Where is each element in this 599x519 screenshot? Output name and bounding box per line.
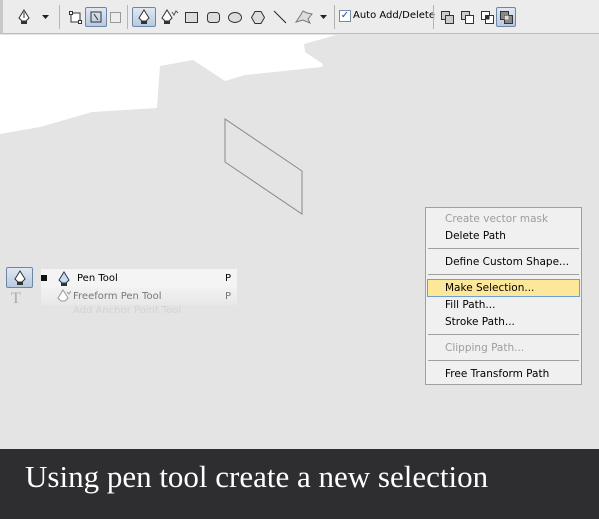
- menu-separator: [428, 360, 579, 361]
- pen-icon: [58, 270, 70, 286]
- rectangle-icon[interactable]: [183, 7, 199, 27]
- menu-separator: [428, 248, 579, 249]
- divider: [59, 5, 60, 29]
- ellipse-icon[interactable]: [227, 7, 243, 27]
- line-icon[interactable]: [271, 7, 289, 27]
- menu-item-clipping-path: Clipping Path...: [445, 342, 525, 354]
- menu-item-make-selection[interactable]: Make Selection...: [427, 279, 580, 297]
- divider: [334, 5, 335, 29]
- auto-add-delete-label: Auto Add/Delete: [353, 10, 435, 21]
- flyout-item-add-anchor-point-tool[interactable]: Add Anchor Point Tool: [41, 305, 237, 317]
- shape-dropdown[interactable]: [317, 7, 329, 27]
- menu-item-free-transform-path[interactable]: Free Transform Path: [427, 365, 580, 383]
- exclude-icon[interactable]: [496, 7, 516, 27]
- type-tool-icon[interactable]: T: [11, 290, 21, 308]
- fill-pixels-icon[interactable]: [108, 7, 122, 27]
- paths-icon[interactable]: [85, 7, 107, 27]
- menu-separator: [428, 274, 579, 275]
- menu-item-define-custom-shape[interactable]: Define Custom Shape...: [427, 253, 580, 271]
- subtract-icon[interactable]: [459, 7, 475, 27]
- pen-tool-flyout: T Pen Tool P Freeform Pen Tool P Add Anc…: [5, 266, 237, 322]
- active-marker: [41, 275, 47, 281]
- freeform-pen-icon[interactable]: [159, 7, 181, 27]
- shortcut: P: [224, 272, 231, 284]
- menu-separator: [428, 334, 579, 335]
- flyout-item-label: Add Anchor Point Tool: [73, 305, 182, 316]
- pen-tool-button[interactable]: [6, 267, 33, 288]
- options-bar: ✓ Auto Add/Delete: [0, 0, 599, 34]
- caption-banner: Using pen tool create a new selection: [0, 449, 599, 519]
- flyout-item-freeform-pen-tool[interactable]: Freeform Pen Tool P: [41, 287, 237, 305]
- white-image-region: [0, 35, 336, 134]
- custom-shape-icon[interactable]: [293, 7, 315, 27]
- menu-item-create-vector-mask: Create vector mask: [445, 213, 549, 225]
- add-icon[interactable]: [439, 7, 455, 27]
- divider: [127, 5, 128, 29]
- divider: [433, 5, 434, 29]
- flyout-item-label: Pen Tool: [77, 272, 118, 284]
- intersect-icon[interactable]: [479, 7, 495, 27]
- freeform-pen-icon: [57, 288, 71, 301]
- menu-item-delete-path[interactable]: Delete Path: [427, 227, 580, 245]
- caption-text: Using pen tool create a new selection: [25, 459, 489, 494]
- flyout-item-label: Freeform Pen Tool: [73, 290, 162, 302]
- flyout-item-pen-tool[interactable]: Pen Tool P: [41, 269, 237, 287]
- polygon-icon[interactable]: [249, 7, 267, 27]
- context-menu: Create vector mask Delete Path Define Cu…: [425, 207, 582, 385]
- pen-icon[interactable]: [132, 7, 156, 27]
- rounded-rectangle-icon[interactable]: [205, 7, 221, 27]
- menu-item-stroke-path[interactable]: Stroke Path...: [427, 313, 580, 331]
- pen-icon[interactable]: [13, 7, 35, 27]
- auto-add-delete-checkbox[interactable]: ✓: [339, 10, 351, 22]
- menu-item-fill-path[interactable]: Fill Path...: [427, 296, 580, 314]
- tool-preset-dropdown[interactable]: [39, 7, 51, 27]
- shortcut: P: [224, 290, 231, 302]
- shape-layers-icon[interactable]: [67, 7, 83, 27]
- work-path: [224, 118, 303, 215]
